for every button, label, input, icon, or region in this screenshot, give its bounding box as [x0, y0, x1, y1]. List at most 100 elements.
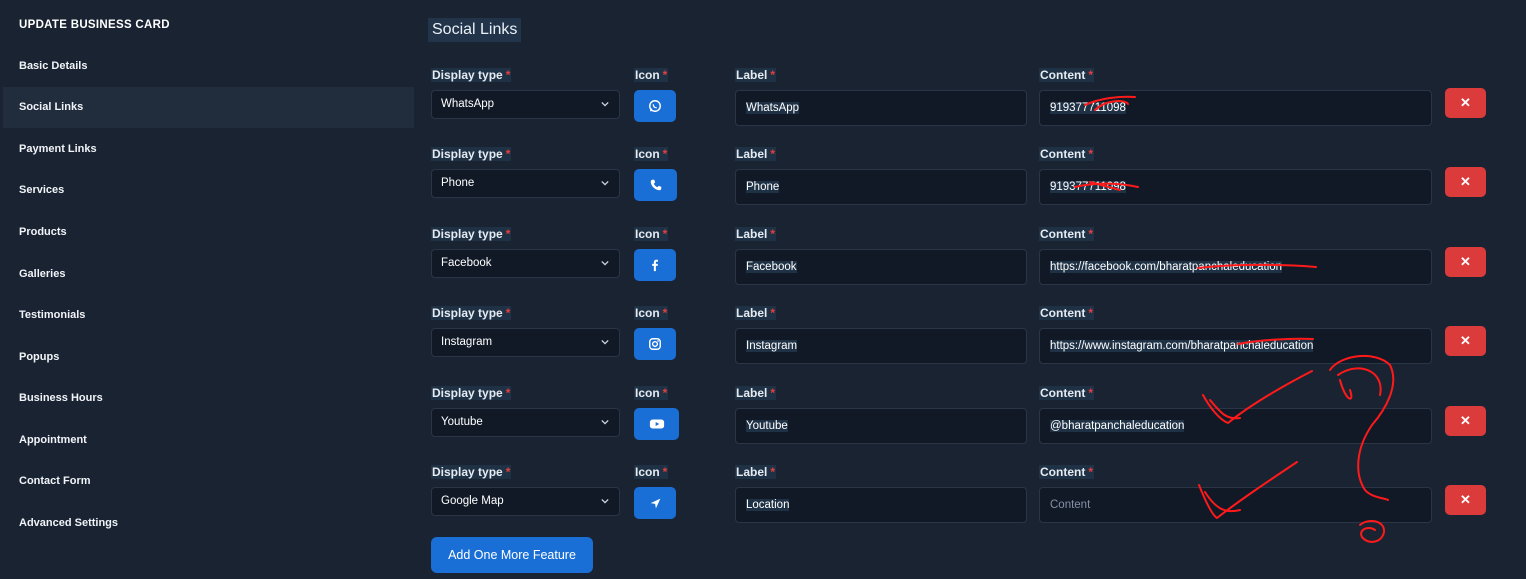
content-label: Content *: [1039, 306, 1094, 320]
label-label: Label *: [735, 386, 777, 400]
label-input[interactable]: WhatsApp: [735, 90, 1027, 126]
icon-label: Icon *: [634, 306, 669, 320]
icon-label: Icon *: [634, 227, 669, 241]
content-input[interactable]: 919377711098: [1039, 90, 1432, 126]
required-asterisk: *: [1088, 68, 1093, 82]
label-label: Label *: [735, 465, 777, 479]
location-arrow-icon[interactable]: [634, 487, 676, 519]
sidebar-item-popups[interactable]: Popups: [3, 337, 414, 378]
instagram-icon[interactable]: [634, 328, 676, 360]
sidebar-item-basic-details[interactable]: Basic Details: [3, 46, 414, 87]
display-type-label: Display type *: [431, 227, 512, 241]
required-asterisk: *: [505, 147, 511, 161]
delete-row-button[interactable]: ✕: [1445, 247, 1486, 277]
delete-row-button[interactable]: ✕: [1445, 167, 1486, 197]
sidebar: UPDATE BUSINESS CARD Basic Details Socia…: [0, 0, 414, 579]
section-title: Social Links: [428, 18, 522, 42]
content-input[interactable]: https://facebook.com/bharatpanchaleducat…: [1039, 249, 1432, 285]
required-asterisk: *: [662, 227, 668, 241]
required-asterisk: *: [1088, 147, 1093, 161]
display-type-label: Display type *: [431, 68, 512, 82]
sidebar-item-social-links[interactable]: Social Links: [3, 87, 414, 128]
required-asterisk: *: [662, 465, 668, 479]
icon-label: Icon *: [634, 465, 669, 479]
required-asterisk: *: [505, 227, 511, 241]
icon-label: Icon *: [634, 68, 669, 82]
sidebar-item-payment-links[interactable]: Payment Links: [3, 129, 414, 170]
phone-icon[interactable]: [634, 169, 677, 201]
sidebar-item-services[interactable]: Services: [3, 170, 414, 211]
content-label: Content *: [1039, 227, 1094, 241]
add-feature-button[interactable]: Add One More Feature: [431, 537, 593, 573]
chevron-down-icon: [601, 101, 609, 107]
required-asterisk: *: [505, 465, 511, 479]
display-type-select[interactable]: WhatsApp: [431, 90, 620, 119]
required-asterisk: *: [662, 386, 668, 400]
display-type-label: Display type *: [431, 465, 512, 479]
required-asterisk: *: [770, 306, 776, 320]
content-label: Content *: [1039, 147, 1094, 161]
sidebar-item-products[interactable]: Products: [3, 212, 414, 253]
label-input[interactable]: Facebook: [735, 249, 1027, 285]
sidebar-item-galleries[interactable]: Galleries: [3, 254, 414, 295]
display-type-label: Display type *: [431, 306, 512, 320]
label-label: Label *: [735, 147, 777, 161]
display-type-select[interactable]: Facebook: [431, 249, 620, 278]
required-asterisk: *: [662, 68, 668, 82]
sidebar-item-contact-form[interactable]: Contact Form: [3, 461, 414, 502]
required-asterisk: *: [1088, 386, 1093, 400]
display-type-select[interactable]: Google Map: [431, 487, 620, 516]
content-input[interactable]: @bharatpanchaleducation: [1039, 408, 1432, 444]
label-input[interactable]: Youtube: [735, 408, 1027, 444]
required-asterisk: *: [770, 227, 776, 241]
required-asterisk: *: [770, 147, 776, 161]
whatsapp-icon[interactable]: [634, 90, 676, 122]
content-label: Content *: [1039, 386, 1094, 400]
required-asterisk: *: [505, 386, 511, 400]
sidebar-item-testimonials[interactable]: Testimonials: [3, 295, 414, 336]
display-type-select[interactable]: Instagram: [431, 328, 620, 357]
content-label: Content *: [1039, 68, 1094, 82]
sidebar-item-business-hours[interactable]: Business Hours: [3, 378, 414, 419]
required-asterisk: *: [505, 306, 511, 320]
delete-row-button[interactable]: ✕: [1445, 88, 1486, 118]
delete-row-button[interactable]: ✕: [1445, 326, 1486, 356]
facebook-icon[interactable]: [634, 249, 676, 281]
content-input[interactable]: https://www.instagram.com/bharatpanchale…: [1039, 328, 1432, 364]
sidebar-item-advanced-settings[interactable]: Advanced Settings: [3, 503, 414, 544]
required-asterisk: *: [505, 68, 511, 82]
required-asterisk: *: [662, 306, 668, 320]
sidebar-item-appointment[interactable]: Appointment: [3, 420, 414, 461]
label-label: Label *: [735, 306, 777, 320]
display-type-label: Display type *: [431, 147, 512, 161]
required-asterisk: *: [1088, 306, 1093, 320]
delete-row-button[interactable]: ✕: [1445, 406, 1486, 436]
label-label: Label *: [735, 227, 777, 241]
display-type-select[interactable]: Youtube: [431, 408, 620, 437]
content-label: Content *: [1039, 465, 1094, 479]
delete-row-button[interactable]: ✕: [1445, 485, 1486, 515]
required-asterisk: *: [770, 68, 776, 82]
label-input[interactable]: Location: [735, 487, 1027, 523]
chevron-down-icon: [601, 419, 609, 425]
required-asterisk: *: [662, 147, 668, 161]
required-asterisk: *: [770, 386, 776, 400]
display-type-label: Display type *: [431, 386, 512, 400]
sidebar-title: UPDATE BUSINESS CARD: [19, 19, 170, 31]
required-asterisk: *: [1088, 227, 1093, 241]
content-input[interactable]: 919377711098: [1039, 169, 1432, 205]
chevron-down-icon: [601, 260, 609, 266]
display-type-select[interactable]: Phone: [431, 169, 620, 198]
chevron-down-icon: [601, 180, 609, 186]
label-input[interactable]: Instagram: [735, 328, 1027, 364]
content-input[interactable]: Content: [1039, 487, 1432, 523]
youtube-icon[interactable]: [634, 408, 679, 440]
required-asterisk: *: [1088, 465, 1093, 479]
chevron-down-icon: [601, 498, 609, 504]
required-asterisk: *: [770, 465, 776, 479]
label-input[interactable]: Phone: [735, 169, 1027, 205]
icon-label: Icon *: [634, 386, 669, 400]
icon-label: Icon *: [634, 147, 669, 161]
label-label: Label *: [735, 68, 777, 82]
chevron-down-icon: [601, 339, 609, 345]
